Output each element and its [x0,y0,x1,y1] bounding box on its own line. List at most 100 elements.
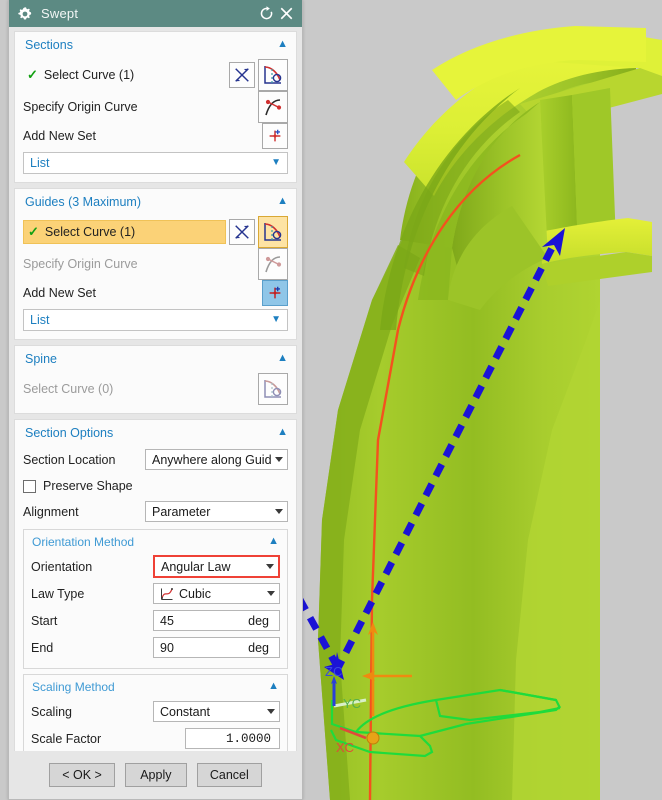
end-angle-label: End [31,640,54,655]
dialog-title: Swept [41,6,79,21]
chevron-up-icon: ▲ [268,535,279,547]
spine-select-curve-row[interactable]: Select Curve (0) [23,373,288,405]
scaling-label: Scaling [31,704,72,719]
subgroup-orientation-method-body: Orientation Angular Law Law Type Cubic S… [24,553,287,668]
scale-factor-row: Scale Factor 1.0000 [31,726,280,751]
sections-specify-origin-curve-row[interactable]: Specify Origin Curve [23,91,288,123]
guides-origin-curve-icon-button[interactable] [258,248,288,280]
chevron-up-icon: ▲ [277,426,288,438]
group-section-options-body: Section Location Anywhere along Guide Pr… [15,445,296,751]
end-angle-value: 90 [160,640,174,655]
guides-add-new-set-icon-button[interactable] [262,280,288,306]
end-angle-row: End 90 deg [31,635,280,660]
subgroup-scaling-method-title: Scaling Method [32,679,115,694]
section-location-combo[interactable]: Anywhere along Guide [145,449,288,470]
start-angle-label: Start [31,613,58,628]
sections-list-combo[interactable]: List ▼ [23,152,288,174]
chevron-down-icon: ▼ [271,314,281,325]
group-spine-header[interactable]: Spine ▲ [15,346,296,371]
sections-list-label: List [30,156,50,170]
preserve-shape-checkbox[interactable] [23,479,36,493]
dialog-footer: < OK > Apply Cancel [9,751,302,799]
caret-down-icon [267,591,275,596]
ok-button[interactable]: < OK > [49,763,115,787]
subgroup-scaling-method-body: Scaling Constant Scale Factor 1.0000 [24,698,287,751]
law-type-combo[interactable]: Cubic [153,583,280,604]
group-guides-header[interactable]: Guides (3 Maximum) ▲ [15,189,296,214]
guides-add-new-set-row[interactable]: Add New Set [23,280,288,306]
sections-specify-origin-curve-label: Specify Origin Curve [23,100,138,114]
subgroup-orientation-method: Orientation Method ▲ Orientation Angular… [23,529,288,669]
axis-label-xc: XC [336,740,354,755]
group-sections: Sections ▲ ✓ Select Curve (1) Specify Or… [14,31,297,183]
group-sections-header[interactable]: Sections ▲ [15,32,296,57]
spine-curve-rule-icon-button[interactable] [258,373,288,405]
group-sections-title: Sections [25,37,73,52]
scaling-combo[interactable]: Constant [153,701,280,722]
start-angle-value: 45 [160,613,174,628]
guides-list-combo[interactable]: List ▼ [23,309,288,331]
orientation-label: Orientation [31,559,93,574]
guides-specify-origin-curve-label: Specify Origin Curve [23,257,138,271]
cancel-button[interactable]: Cancel [196,763,262,787]
sections-add-new-set-row[interactable]: Add New Set [23,123,288,149]
group-section-options-title: Section Options [25,425,114,440]
scale-factor-label: Scale Factor [31,731,102,746]
caret-down-icon [267,709,275,714]
origin-point [366,731,380,745]
application-window: ZC YC XC Swept Sections ▲ ✓ Select Curve… [0,0,662,800]
orientation-combo[interactable]: Angular Law [153,555,280,578]
subgroup-orientation-method-header[interactable]: Orientation Method ▲ [24,530,287,553]
guides-select-curve-label: Select Curve (1) [44,225,136,239]
spine-select-curve-label: Select Curve (0) [23,382,114,396]
orientation-value: Angular Law [161,559,231,574]
guides-select-curve-row[interactable]: ✓ Select Curve (1) [23,216,288,248]
subgroup-scaling-method: Scaling Method ▲ Scaling Constant Scale … [23,674,288,751]
caret-down-icon [266,564,274,569]
subgroup-orientation-method-title: Orientation Method [32,534,135,549]
section-location-value: Anywhere along Guide [152,452,271,467]
sections-reverse-direction-icon-button[interactable] [229,62,255,88]
end-angle-unit: deg [248,640,269,655]
end-angle-field[interactable]: 90 deg [153,637,280,658]
sections-select-curve-field[interactable]: ✓ Select Curve (1) [23,63,226,87]
alignment-row: Alignment Parameter [23,499,288,524]
guides-reverse-direction-icon-button[interactable] [229,219,255,245]
sections-add-new-set-icon-button[interactable] [262,123,288,149]
group-spine-body: Select Curve (0) [15,371,296,413]
sections-origin-curve-icon-button[interactable] [258,91,288,123]
alignment-value: Parameter [152,504,211,519]
law-curve-icon [160,587,174,601]
scale-factor-field[interactable]: 1.0000 [185,728,280,749]
sections-select-curve-row[interactable]: ✓ Select Curve (1) [23,59,288,91]
swept-dialog: Swept Sections ▲ ✓ Select Curve (1) Spec… [8,0,303,800]
close-icon[interactable] [276,4,296,24]
guides-select-curve-field[interactable]: ✓ Select Curve (1) [23,220,226,244]
guides-specify-origin-curve-row[interactable]: Specify Origin Curve [23,248,288,280]
section-location-label: Section Location [23,452,116,467]
apply-button[interactable]: Apply [124,763,187,787]
guides-curve-rule-icon-button[interactable] [258,216,288,248]
start-angle-unit: deg [248,613,269,628]
dialog-body: Sections ▲ ✓ Select Curve (1) Specify Or… [9,27,302,751]
sections-curve-rule-icon-button[interactable] [258,59,288,91]
subgroup-scaling-method-header[interactable]: Scaling Method ▲ [24,675,287,698]
group-spine-title: Spine [25,351,57,366]
group-sections-body: ✓ Select Curve (1) Specify Origin Curve … [15,57,296,182]
chevron-up-icon: ▲ [277,352,288,364]
law-type-label: Law Type [31,586,85,601]
start-angle-field[interactable]: 45 deg [153,610,280,631]
group-section-options-header[interactable]: Section Options ▲ [15,420,296,445]
preserve-shape-label: Preserve Shape [43,479,133,493]
chevron-up-icon: ▲ [277,195,288,207]
preserve-shape-row[interactable]: Preserve Shape [23,474,288,498]
law-type-value: Cubic [179,586,211,601]
alignment-combo[interactable]: Parameter [145,501,288,522]
scaling-value: Constant [160,704,211,719]
reset-icon[interactable] [256,4,276,24]
caret-down-icon [275,509,283,514]
sections-add-new-set-label: Add New Set [23,129,96,143]
gear-icon [17,6,33,22]
guides-add-new-set-label: Add New Set [23,286,96,300]
group-guides-body: ✓ Select Curve (1) Specify Origin Curve … [15,214,296,339]
